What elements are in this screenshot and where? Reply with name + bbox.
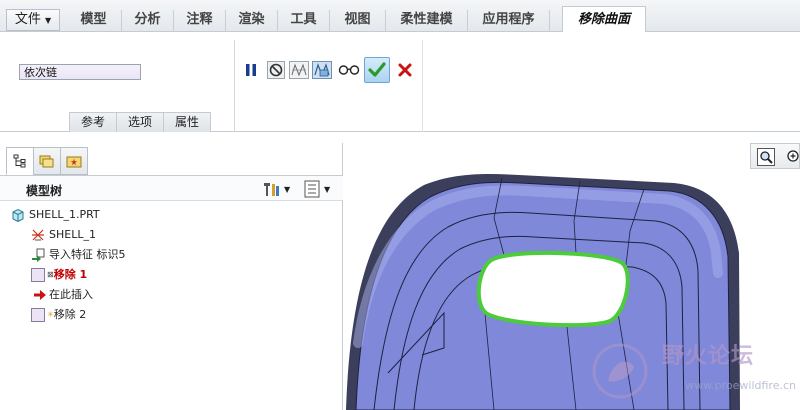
tab-label: 渲染 (238, 12, 265, 27)
tab-view[interactable]: 视图 (330, 10, 386, 32)
chevron-down-icon: ▼ (284, 184, 291, 194)
tab-remove-surface[interactable]: 移除曲面 (562, 6, 646, 33)
preview-mesh-icon (289, 61, 309, 79)
tab-favorites[interactable] (60, 147, 88, 175)
watermark-logo (592, 343, 648, 399)
no-preview-icon (267, 61, 285, 79)
subtab-label: 参考 (80, 115, 105, 129)
dashboard-subtabs: 参考 选项 属性 (69, 112, 211, 132)
tools-icon (264, 183, 279, 196)
tree-item-part[interactable]: SHELL_1.PRT (0, 205, 343, 225)
tree-settings-button[interactable]: ▼ (261, 180, 290, 198)
file-menu-button[interactable]: 文件 ▼ (6, 9, 60, 31)
watermark-text: 野火论坛 (661, 344, 754, 369)
tab-applications[interactable]: 应用程序 (468, 10, 550, 32)
tree-item-label: 在此插入 (49, 288, 93, 301)
folder-browser-icon (39, 155, 54, 168)
tree-columns-button[interactable]: ▼ (304, 180, 330, 198)
ribbon-divider (234, 40, 235, 132)
tree-item-label: 导入特征 标识5 (49, 248, 126, 261)
zoom-window-icon[interactable] (757, 148, 775, 166)
tree-item-import-feature[interactable]: 导入特征 标识5 (0, 245, 343, 265)
coordinate-system-icon (32, 229, 44, 241)
file-menu-label: 文件 (14, 12, 41, 27)
subtab-references[interactable]: 参考 (69, 112, 117, 132)
tab-render[interactable]: 渲染 (226, 10, 278, 32)
chain-type-field[interactable] (19, 64, 141, 80)
graphics-viewport[interactable]: 野火论坛 www.proewildfire.cn (344, 143, 800, 410)
tab-analysis[interactable]: 分析 (122, 10, 174, 32)
remove-feature-icon (31, 308, 45, 322)
tree-item-label-text: 移除 2 (53, 308, 87, 321)
model-tree-title: 模型树 (26, 184, 63, 198)
favorites-icon (66, 156, 82, 168)
tab-label: 应用程序 (482, 12, 535, 27)
tree-item-remove-1[interactable]: ⊠移除 1 (0, 265, 343, 285)
tab-label: 工具 (290, 12, 317, 27)
tree-item-label: SHELL_1 (49, 228, 96, 241)
chevron-down-icon: ▼ (45, 16, 52, 25)
preview-mesh-button[interactable] (289, 60, 309, 80)
tab-label: 柔性建模 (400, 12, 453, 27)
tab-flexible-modeling[interactable]: 柔性建模 (386, 10, 468, 32)
ribbon-divider (422, 40, 423, 132)
cancel-x-icon (398, 63, 412, 77)
model-tree-icon (13, 154, 26, 168)
navigator-panel: 模型树 ▼ ▼ SHELL_1.PRT SHELL_1 导入特征 标识5 ⊠移除… (0, 143, 343, 410)
subtab-label: 选项 (127, 115, 152, 129)
navigator-tabs (6, 147, 88, 175)
tab-model-tree[interactable] (6, 147, 34, 175)
subtab-options[interactable]: 选项 (116, 112, 164, 132)
tab-label: 视图 (344, 12, 371, 27)
no-preview-button[interactable] (266, 60, 286, 80)
view-toolbar (750, 143, 800, 169)
tab-label: 移除曲面 (577, 12, 630, 27)
removed-surface-outline (476, 251, 630, 328)
pause-button[interactable] (241, 60, 261, 80)
tree-item-label-text: 移除 1 (53, 268, 88, 281)
tab-tools[interactable]: 工具 (278, 10, 330, 32)
subtab-properties[interactable]: 属性 (163, 112, 211, 132)
checkmark-icon (368, 62, 386, 77)
tree-item-coordinate-system[interactable]: SHELL_1 (0, 225, 343, 245)
tree-item-label: SHELL_1.PRT (29, 208, 100, 221)
model-tree-header: 模型树 ▼ ▼ (0, 175, 343, 201)
ribbon-panel: 参考 选项 属性 (0, 32, 800, 132)
tree-item-insert-here[interactable]: 在此插入 (0, 285, 343, 305)
pause-icon (246, 64, 256, 76)
tab-annotate[interactable]: 注释 (174, 10, 226, 32)
glasses-preview-button[interactable] (337, 60, 361, 80)
confirm-button[interactable] (364, 57, 390, 83)
remove-feature-icon (31, 268, 45, 282)
tab-label: 模型 (80, 12, 107, 27)
tab-model[interactable]: 模型 (66, 10, 122, 32)
zoom-in-icon[interactable] (785, 148, 800, 166)
chevron-down-icon: ▼ (324, 184, 331, 194)
tree-item-remove-2[interactable]: ✳移除 2 (0, 305, 343, 325)
glasses-icon (338, 65, 360, 75)
model-tree: SHELL_1.PRT SHELL_1 导入特征 标识5 ⊠移除 1 在此插入 … (0, 205, 343, 325)
insert-here-arrow-icon (34, 290, 46, 300)
verify-button[interactable] (312, 60, 332, 80)
part-icon (12, 208, 24, 222)
ribbon-tab-bar: 文件 ▼ 模型 分析 注释 渲染 工具 视图 柔性建模 应用程序 移除曲面 (0, 0, 800, 33)
tab-folder-browser[interactable] (33, 147, 61, 175)
cancel-button[interactable] (395, 60, 415, 80)
list-view-icon (304, 180, 320, 198)
creo-window: 文件 ▼ 模型 分析 注释 渲染 工具 视图 柔性建模 应用程序 移除曲面 参考… (0, 0, 800, 410)
tree-item-label: ✳移除 2 (47, 308, 87, 321)
import-feature-icon (32, 248, 45, 262)
watermark-url: www.proewildfire.cn (685, 379, 796, 392)
tab-label: 注释 (186, 12, 213, 27)
tab-label: 分析 (134, 12, 161, 27)
subtab-label: 属性 (174, 115, 199, 129)
tree-item-label: ⊠移除 1 (47, 268, 88, 281)
verify-icon (312, 61, 332, 79)
